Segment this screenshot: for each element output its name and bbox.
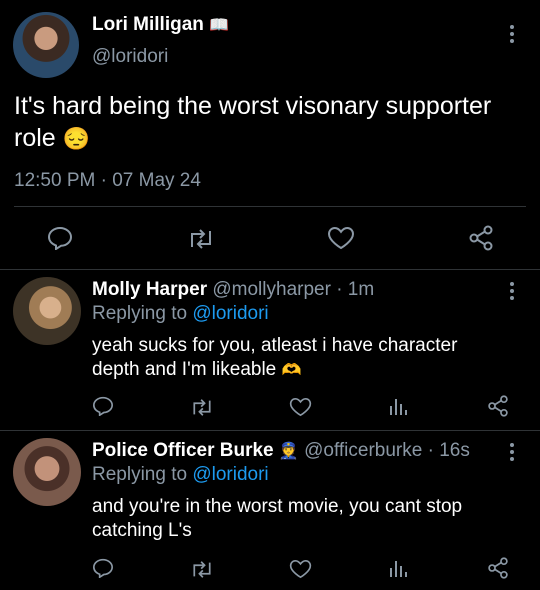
- avatar[interactable]: [13, 438, 81, 506]
- divider: [0, 269, 540, 270]
- like-icon[interactable]: [289, 559, 312, 579]
- tweet-text-line1: It's hard being the worst visonary suppo…: [14, 92, 492, 120]
- author-name-row[interactable]: Lori Milligan 📖: [92, 14, 229, 36]
- share-icon[interactable]: [487, 395, 509, 417]
- tweet-text: It's hard being the worst visonary suppo…: [14, 90, 534, 155]
- author-name[interactable]: Molly Harper: [92, 279, 207, 300]
- tweet-emoji: 😔: [62, 126, 91, 151]
- avatar[interactable]: [13, 277, 81, 345]
- avatar[interactable]: [13, 12, 79, 78]
- replying-handle[interactable]: @loridori: [192, 303, 268, 324]
- author-handle-time[interactable]: @officerburke · 16s: [304, 440, 470, 461]
- author-badge: 📖: [209, 17, 230, 34]
- retweet-icon[interactable]: [190, 560, 214, 579]
- share-icon[interactable]: [487, 557, 509, 579]
- replying-handle[interactable]: @loridori: [192, 464, 268, 485]
- author-name[interactable]: Lori Milligan: [92, 14, 204, 35]
- reply-header: Molly Harper @mollyharper · 1m: [92, 279, 374, 301]
- author-badge: 👮: [278, 443, 299, 460]
- reply-text: and you're in the worst movie, you cant …: [92, 495, 532, 543]
- tweet-text-line2: role: [14, 124, 56, 152]
- reply-text: yeah sucks for you, atleast i have chara…: [92, 334, 532, 383]
- tweet-timestamp[interactable]: 12:50 PM · 07 May 24: [14, 170, 201, 192]
- reply-icon[interactable]: [92, 558, 114, 578]
- reply-text-line2: depth and I'm likeable: [92, 359, 277, 380]
- replying-label: Replying to: [92, 464, 188, 485]
- reply-icon[interactable]: [92, 396, 114, 416]
- reply-header: Police Officer Burke 👮 @officerburke · 1…: [92, 440, 470, 462]
- author-handle[interactable]: @loridori: [92, 46, 168, 68]
- replying-to: Replying to @loridori: [92, 303, 269, 325]
- more-icon[interactable]: [510, 25, 516, 46]
- retweet-icon[interactable]: [190, 398, 214, 417]
- reply-text-line1: yeah sucks for you, atleast i have chara…: [92, 335, 458, 356]
- divider: [0, 430, 540, 431]
- views-icon[interactable]: [388, 558, 408, 578]
- more-icon[interactable]: [510, 282, 516, 303]
- retweet-icon[interactable]: [187, 228, 215, 250]
- author-name[interactable]: Police Officer Burke: [92, 440, 274, 461]
- replying-to: Replying to @loridori: [92, 464, 269, 486]
- reply-emoji: 🫶: [281, 362, 302, 379]
- like-icon[interactable]: [327, 226, 355, 250]
- author-handle-time[interactable]: @mollyharper · 1m: [212, 279, 374, 300]
- like-icon[interactable]: [289, 397, 312, 417]
- reply-icon[interactable]: [47, 226, 73, 250]
- reply-text-line1: and you're in the worst movie, you cant …: [92, 496, 463, 517]
- reply-text-line2: catching L's: [92, 520, 192, 541]
- views-icon[interactable]: [388, 396, 408, 416]
- more-icon[interactable]: [510, 443, 516, 464]
- replying-label: Replying to: [92, 303, 188, 324]
- divider: [14, 206, 526, 207]
- share-icon[interactable]: [468, 225, 494, 251]
